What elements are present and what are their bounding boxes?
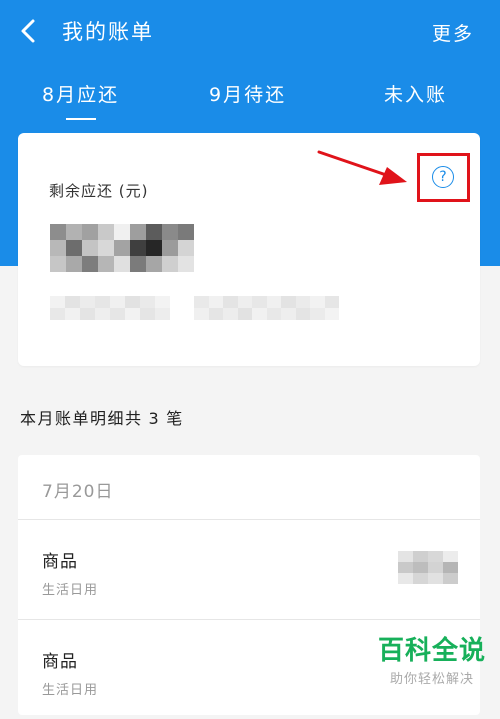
back-button[interactable] bbox=[14, 14, 44, 48]
bill-detail-count: 本月账单明细共 3 笔 bbox=[20, 405, 184, 429]
red-arrow-annotation bbox=[317, 150, 407, 185]
item-name: 商品 bbox=[42, 552, 78, 572]
help-highlight-box: ? bbox=[417, 153, 470, 202]
active-tab-indicator bbox=[66, 118, 96, 120]
amount-pixelated bbox=[50, 224, 194, 272]
more-button[interactable]: 更多 bbox=[432, 19, 474, 46]
page-title: 我的账单 bbox=[62, 20, 154, 44]
chevron-left-icon bbox=[21, 19, 35, 43]
date-label: 7月20日 bbox=[42, 482, 114, 502]
item-category: 生活日用 bbox=[42, 583, 99, 598]
tab-unposted[interactable]: 未入账 bbox=[384, 80, 447, 107]
tab-bar: 8月应还 9月待还 未入账 bbox=[0, 62, 500, 122]
tab-august-due[interactable]: 8月应还 bbox=[42, 80, 119, 107]
subtext-pixelated bbox=[50, 296, 170, 320]
item-amount-pixelated bbox=[398, 551, 458, 584]
date-header: 7月20日 bbox=[18, 455, 480, 520]
item-category: 生活日用 bbox=[42, 683, 99, 698]
watermark-sub: 助你轻松解决 bbox=[389, 672, 474, 687]
item-name: 商品 bbox=[42, 652, 78, 672]
count-number: 3 bbox=[148, 409, 161, 428]
question-circle-icon[interactable]: ? bbox=[432, 166, 454, 188]
count-suffix: 笔 bbox=[166, 409, 184, 428]
remaining-amount-label: 剩余应还 (元) bbox=[49, 182, 149, 200]
subtext-pixelated bbox=[194, 296, 339, 320]
app-header: 我的账单 更多 bbox=[0, 0, 500, 62]
watermark-logo: 百科全说 助你轻松解决 bbox=[372, 636, 492, 698]
tab-september-pending[interactable]: 9月待还 bbox=[209, 80, 286, 107]
watermark-main: 百科全说 bbox=[377, 636, 486, 666]
count-prefix: 本月账单明细共 bbox=[20, 409, 143, 428]
